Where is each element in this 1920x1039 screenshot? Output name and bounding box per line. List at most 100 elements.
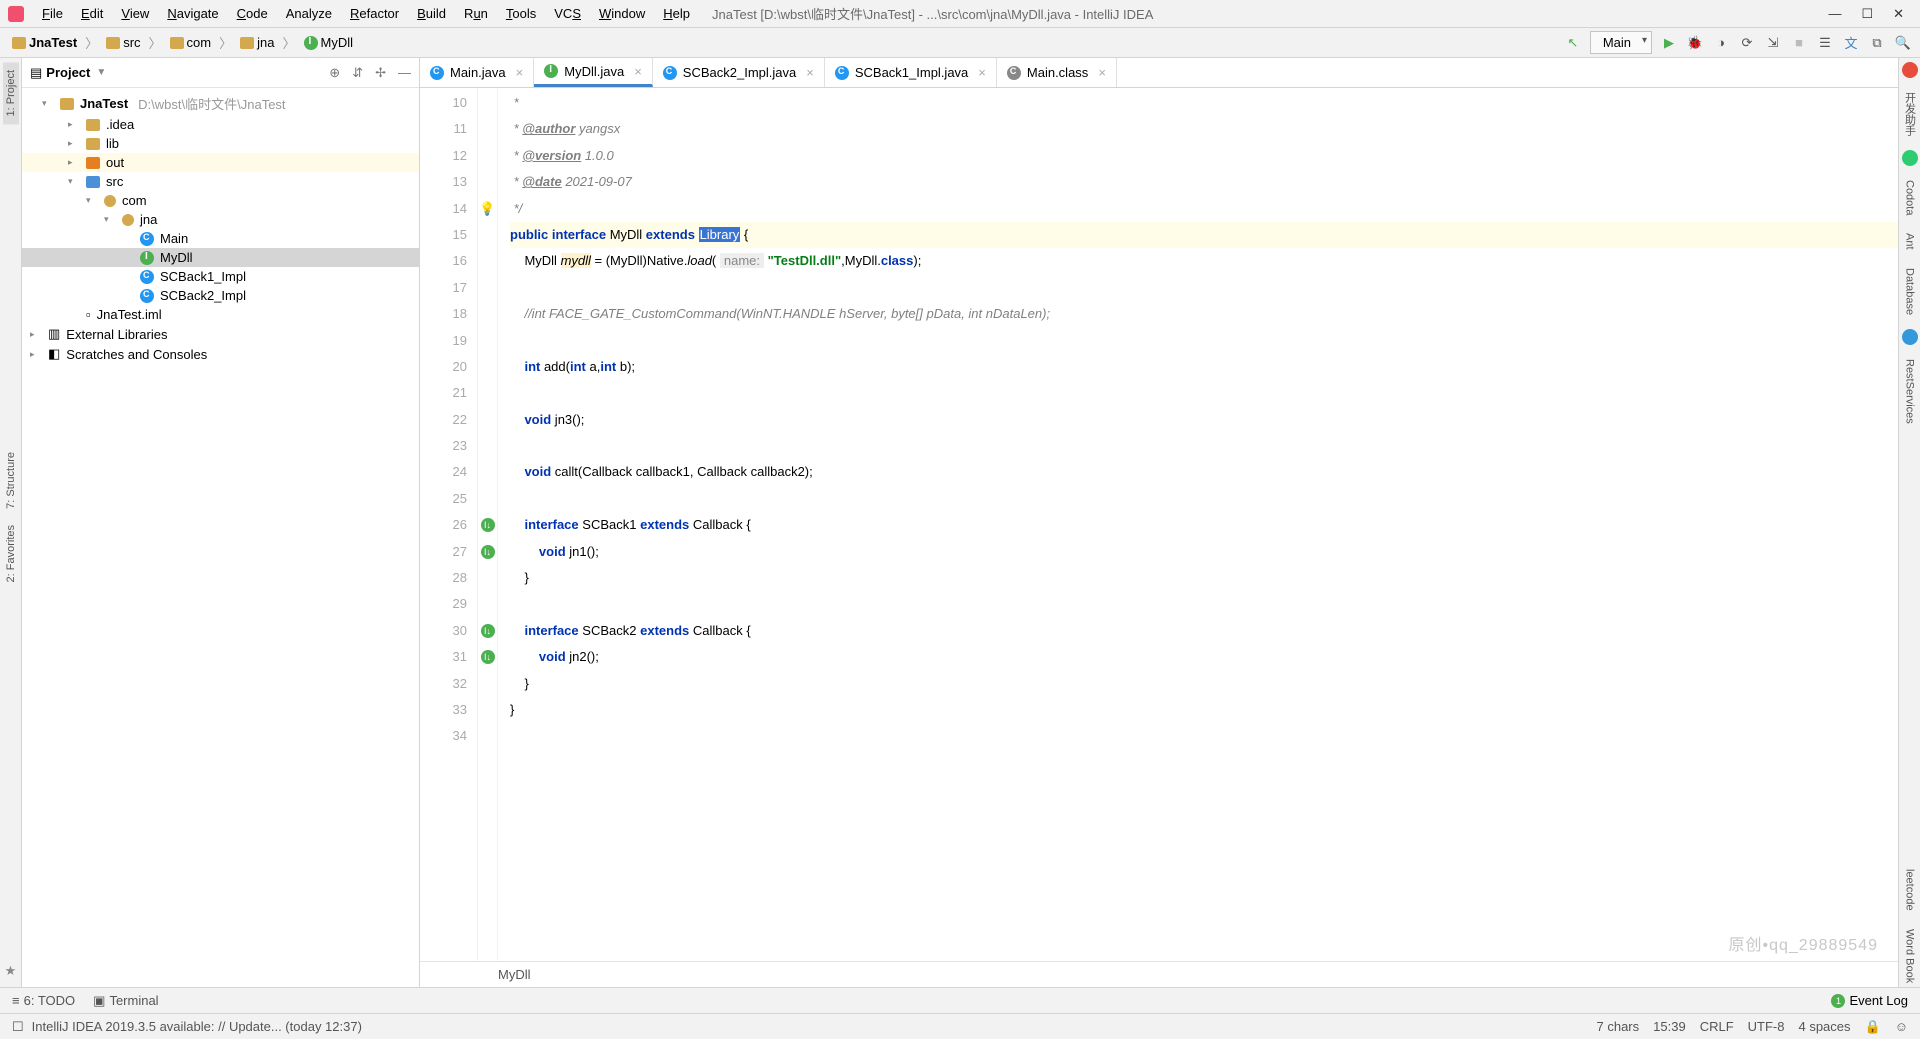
implements-icon[interactable]: I↓ <box>481 624 495 638</box>
menu-edit[interactable]: Edit <box>73 4 111 23</box>
collapse-icon[interactable]: ⇵ <box>352 65 363 81</box>
layout-icon[interactable]: ⧉ <box>1868 34 1886 52</box>
left-tab-favorites[interactable]: 2: Favorites <box>3 517 19 590</box>
coverage-button[interactable]: ◑ <box>1712 34 1730 52</box>
project-label[interactable]: Project <box>46 65 90 80</box>
close-icon[interactable]: × <box>634 64 642 79</box>
close-icon[interactable]: × <box>978 65 986 80</box>
settings-icon[interactable]: ✢ <box>375 65 386 81</box>
rest-icon[interactable] <box>1902 329 1918 345</box>
project-icon: ▤ <box>30 65 42 81</box>
run-button[interactable]: ▶ <box>1660 34 1678 52</box>
star-icon[interactable]: ★ <box>5 963 17 979</box>
left-tab-structure[interactable]: 7: Structure <box>3 444 19 517</box>
status-icon[interactable]: ☐ <box>12 1019 24 1035</box>
menu-build[interactable]: Build <box>409 4 454 23</box>
status-message[interactable]: IntelliJ IDEA 2019.3.5 available: // Upd… <box>32 1019 1583 1034</box>
chevron-right-icon: 〉 <box>219 33 232 52</box>
run-config-select[interactable]: Main <box>1590 31 1652 54</box>
tab-mydll-java[interactable]: MyDll.java× <box>534 58 653 87</box>
stop-button[interactable]: ■ <box>1790 34 1808 52</box>
translate-icon[interactable]: 文 <box>1842 34 1860 52</box>
tab-main-class[interactable]: Main.class× <box>997 58 1117 87</box>
tree-root[interactable]: ▾JnaTestD:\wbst\临时文件\JnaTest <box>22 92 419 115</box>
menu-refactor[interactable]: Refactor <box>342 4 407 23</box>
tree-lib[interactable]: ▸lib <box>22 134 419 153</box>
tab-scback1[interactable]: SCBack1_Impl.java× <box>825 58 997 87</box>
tree-iml[interactable]: ▫JnaTest.iml <box>22 305 419 324</box>
tree-main[interactable]: Main <box>22 229 419 248</box>
bottom-tab-terminal[interactable]: ▣ Terminal <box>93 993 158 1009</box>
tree-mydll[interactable]: MyDll <box>22 248 419 267</box>
right-tab-rest[interactable]: RestServices <box>1904 355 1916 428</box>
right-tab-ant[interactable]: Ant <box>1904 229 1916 254</box>
menu-analyze[interactable]: Analyze <box>278 4 340 23</box>
right-tab-assistant[interactable]: 开发助手 <box>1902 88 1918 140</box>
minimize-button[interactable]: — <box>1828 6 1841 22</box>
menu-help[interactable]: Help <box>655 4 698 23</box>
crumb-com[interactable]: com <box>166 33 216 52</box>
right-tab-database[interactable]: Database <box>1904 264 1916 319</box>
implements-icon[interactable]: I↓ <box>481 518 495 532</box>
bottom-tab-todo[interactable]: ≡ 6: TODO <box>12 993 75 1008</box>
status-indent[interactable]: 4 spaces <box>1798 1019 1850 1034</box>
crumb-project[interactable]: JnaTest <box>8 33 81 52</box>
status-inspector-icon[interactable]: ☺ <box>1895 1019 1908 1034</box>
right-tab-leetcode[interactable]: leetcode <box>1904 865 1916 915</box>
tree-scback1[interactable]: SCBack1_Impl <box>22 267 419 286</box>
class-icon <box>835 66 849 80</box>
status-lock-icon[interactable]: 🔒 <box>1865 1019 1881 1035</box>
implements-icon[interactable]: I↓ <box>481 650 495 664</box>
menu-vcs[interactable]: VCS <box>546 4 589 23</box>
profile-button[interactable]: ⟳ <box>1738 34 1756 52</box>
debug-button[interactable]: 🐞 <box>1686 34 1704 52</box>
event-log-button[interactable]: 1Event Log <box>1831 993 1908 1008</box>
left-tab-project[interactable]: 1: Project <box>3 62 19 124</box>
close-icon[interactable]: × <box>1098 65 1106 80</box>
menu-navigate[interactable]: Navigate <box>159 4 226 23</box>
status-line-ending[interactable]: CRLF <box>1700 1019 1734 1034</box>
tree-ext-lib[interactable]: ▸▥External Libraries <box>22 324 419 344</box>
menu-window[interactable]: Window <box>591 4 653 23</box>
bulb-icon[interactable]: 💡 <box>479 201 495 217</box>
hide-icon[interactable]: — <box>398 65 411 81</box>
tab-scback2[interactable]: SCBack2_Impl.java× <box>653 58 825 87</box>
chevron-down-icon[interactable]: ▼ <box>96 67 106 78</box>
close-button[interactable]: ✕ <box>1893 6 1904 22</box>
menu-tools[interactable]: Tools <box>498 4 544 23</box>
tree-jna[interactable]: ▾jna <box>22 210 419 229</box>
right-tab-codota[interactable]: Codota <box>1904 176 1916 219</box>
right-tab-wordbook[interactable]: Word Book <box>1904 925 1916 987</box>
crumb-src[interactable]: src <box>102 33 144 52</box>
project-tree[interactable]: ▾JnaTestD:\wbst\临时文件\JnaTest ▸.idea ▸lib… <box>22 88 419 987</box>
search-icon[interactable]: 🔍 <box>1894 34 1912 52</box>
maximize-button[interactable]: ☐ <box>1861 6 1873 22</box>
assistant-icon[interactable] <box>1902 62 1918 78</box>
tree-scratches[interactable]: ▸◧Scratches and Consoles <box>22 344 419 364</box>
editor-body[interactable]: 1011121314151617181920212223242526272829… <box>420 88 1898 961</box>
tree-src[interactable]: ▾src <box>22 172 419 191</box>
status-position[interactable]: 15:39 <box>1653 1019 1686 1034</box>
tree-scback2[interactable]: SCBack2_Impl <box>22 286 419 305</box>
structure-icon[interactable]: ☰ <box>1816 34 1834 52</box>
back-icon[interactable]: ↖ <box>1564 34 1582 52</box>
tree-com[interactable]: ▾com <box>22 191 419 210</box>
menu-run[interactable]: Run <box>456 4 496 23</box>
locate-icon[interactable]: ⊕ <box>329 65 340 81</box>
code-text[interactable]: * * @author yangsx * @version 1.0.0 * @d… <box>498 88 1898 961</box>
tree-idea[interactable]: ▸.idea <box>22 115 419 134</box>
crumb-jna[interactable]: jna <box>236 33 278 52</box>
close-icon[interactable]: × <box>516 65 524 80</box>
menu-file[interactable]: File <box>34 4 71 23</box>
tree-out[interactable]: ▸out <box>22 153 419 172</box>
editor-breadcrumb[interactable]: MyDll <box>420 961 1898 987</box>
crumb-file[interactable]: MyDll <box>300 33 358 52</box>
codota-icon[interactable] <box>1902 150 1918 166</box>
close-icon[interactable]: × <box>806 65 814 80</box>
menu-view[interactable]: View <box>113 4 157 23</box>
tab-main-java[interactable]: Main.java× <box>420 58 534 87</box>
status-encoding[interactable]: UTF-8 <box>1748 1019 1785 1034</box>
menu-code[interactable]: Code <box>229 4 276 23</box>
implements-icon[interactable]: I↓ <box>481 545 495 559</box>
attach-button[interactable]: ⇲ <box>1764 34 1782 52</box>
